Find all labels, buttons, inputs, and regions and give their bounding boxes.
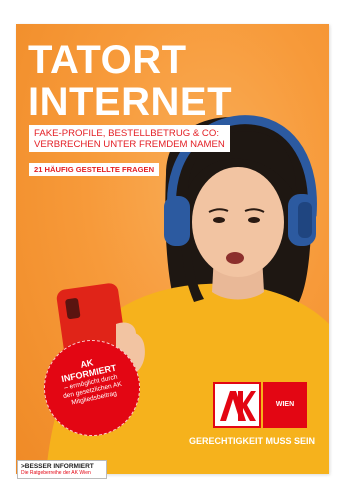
subtitle-box: FAKE-PROFILE, BESTELLBETRUG & CO: VERBRE… [29,125,230,152]
subtitle-line-1: FAKE-PROFILE, BESTELLBETRUG & CO: [34,128,219,139]
ak-wien-label: WIEN [263,382,307,428]
ak-logo-mark [213,382,261,428]
series-tagline: Die Ratgeberreihe der AK Wien [21,470,91,476]
subtitle-line-2: VERBRECHEN UNTER FREMDEM NAMEN [34,139,225,150]
title-line-1: TATORT [28,38,187,82]
ak-slogan: GERECHTIGKEIT MUSS SEIN [189,436,316,446]
ak-letters-icon [220,391,256,421]
title-line-2: INTERNET [28,80,232,124]
series-name: >BESSER INFORMIERT [21,463,94,470]
faq-count-label: 21 HÄUFIG GESTELLTE FRAGEN [29,163,160,176]
series-label: >BESSER INFORMIERT Die Ratgeberreihe der… [17,460,107,479]
